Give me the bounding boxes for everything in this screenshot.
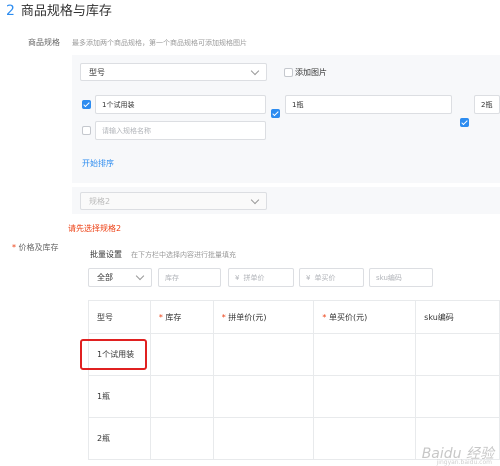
cell-model: 2瓶 — [88, 417, 151, 460]
cell-group-price[interactable] — [212, 333, 315, 376]
cell-group-price[interactable] — [212, 417, 315, 460]
table-header-row: 型号 * 库存 * 拼单价(元) * 单买价(元) sku编码 — [88, 300, 500, 334]
cell-single-price[interactable] — [313, 417, 417, 460]
add-image-label: 添加图片 — [295, 68, 327, 77]
spec-value-input[interactable]: 2瓶 — [474, 95, 500, 114]
table-row: 1个试用装 — [88, 333, 500, 376]
spec2-error: 请先选择规格2 — [68, 224, 122, 233]
spec2-select-value: 规格2 — [89, 196, 111, 206]
currency-symbol: ¥ — [235, 273, 240, 282]
chevron-down-icon — [250, 195, 260, 204]
spec1-select[interactable]: 型号 — [80, 63, 267, 81]
batch-single-price-placeholder: 单买价 — [314, 273, 336, 282]
cell-sku[interactable] — [415, 333, 500, 376]
header-sku: sku编码 — [415, 300, 500, 334]
section-number: 2 — [6, 3, 15, 19]
currency-symbol: ¥ — [306, 273, 311, 282]
stock-label-text: 价格及库存 — [18, 243, 59, 252]
spec-label: 商品规格 — [28, 38, 60, 47]
batch-stock-input[interactable]: 库存 — [158, 268, 221, 287]
spec2-select[interactable]: 规格2 — [80, 192, 267, 210]
spec-value-checkbox[interactable] — [460, 118, 469, 127]
cell-single-price[interactable] — [313, 375, 417, 418]
stock-label: * 价格及库存 — [12, 243, 59, 252]
sku-table: 型号 * 库存 * 拼单价(元) * 单买价(元) sku编码 1个试用装 1瓶… — [88, 300, 500, 460]
section-title-text: 商品规格与库存 — [20, 4, 112, 19]
batch-label: 批量设置 — [90, 250, 122, 259]
cell-sku[interactable] — [415, 375, 500, 418]
batch-filter-value: 全部 — [97, 273, 113, 282]
cell-stock[interactable] — [149, 333, 214, 376]
cell-stock[interactable] — [149, 375, 214, 418]
batch-sku-input[interactable]: sku编码 — [369, 268, 433, 287]
batch-filter-select[interactable]: 全部 — [88, 268, 152, 287]
batch-group-price-placeholder: 拼单价 — [243, 273, 265, 282]
spec-value-input[interactable]: 1瓶 — [285, 95, 452, 114]
chevron-down-icon — [135, 271, 145, 281]
header-stock: * 库存 — [149, 300, 214, 334]
spec-hint: 最多添加两个商品规格，第一个商品规格可添加规格图片 — [72, 39, 247, 47]
new-spec-value-input[interactable]: 请输入规格名称 — [95, 121, 266, 140]
spec-value-checkbox[interactable] — [82, 100, 91, 109]
batch-single-price-input[interactable]: ¥ 单买价 — [299, 268, 364, 287]
header-model: 型号 — [88, 300, 151, 334]
cell-stock[interactable] — [149, 417, 214, 460]
new-spec-value-checkbox[interactable] — [82, 126, 91, 135]
table-row: 1瓶 — [88, 375, 500, 418]
chevron-down-icon — [250, 66, 260, 75]
spec1-select-value: 型号 — [89, 67, 105, 77]
header-single-price: * 单买价(元) — [313, 300, 417, 334]
sort-link[interactable]: 开始排序 — [82, 158, 114, 169]
batch-hint: 在下方栏中选择内容进行批量填充 — [131, 251, 236, 259]
highlight-box — [80, 339, 147, 370]
spec-value-input[interactable]: 1个试用装 — [95, 95, 266, 114]
header-group-price: * 拼单价(元) — [212, 300, 315, 334]
section-title: 2 商品规格与库存 — [6, 0, 112, 19]
cell-single-price[interactable] — [313, 333, 417, 376]
batch-group-price-input[interactable]: ¥ 拼单价 — [228, 268, 294, 287]
cell-group-price[interactable] — [212, 375, 315, 418]
add-image-checkbox[interactable] — [284, 68, 293, 77]
spec-value-checkbox[interactable] — [271, 109, 280, 118]
cell-model: 1瓶 — [88, 375, 151, 418]
